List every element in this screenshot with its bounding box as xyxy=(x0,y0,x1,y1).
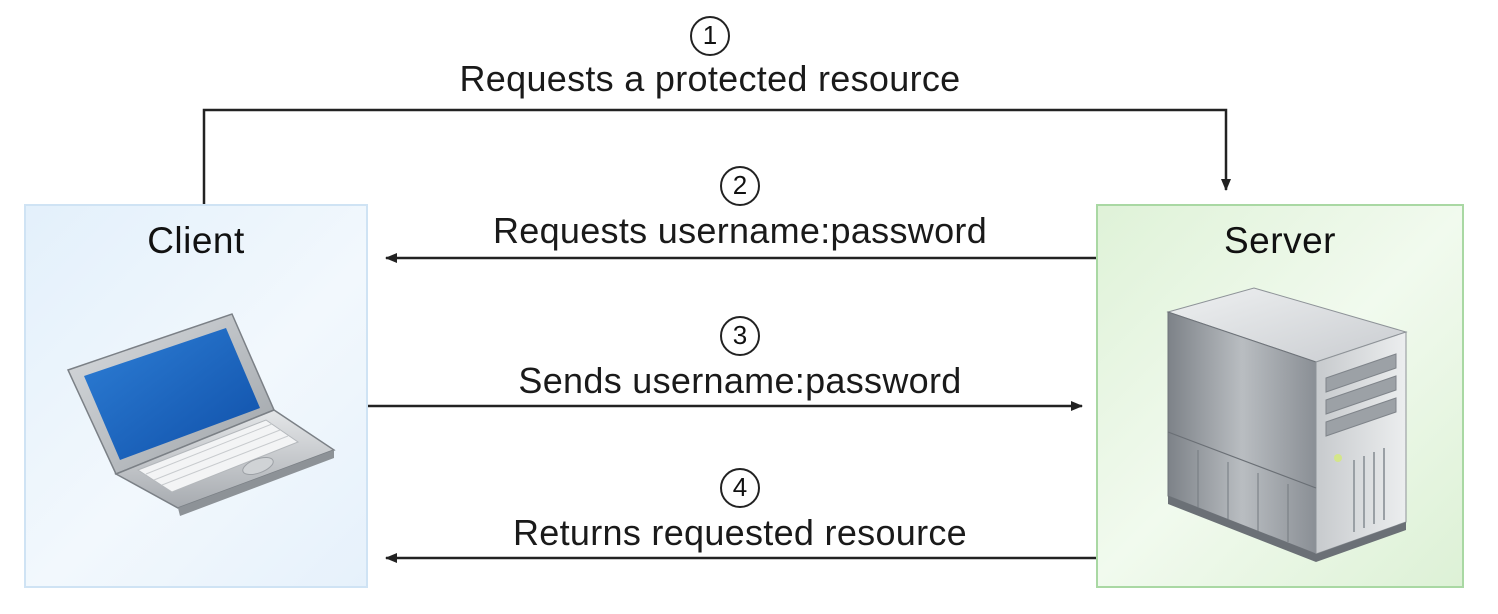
step-1-number: 1 xyxy=(690,16,730,56)
step-2-number: 2 xyxy=(720,166,760,206)
step-2-label: Requests username:password xyxy=(492,210,988,251)
step-4-number: 4 xyxy=(720,468,760,508)
step-3-label: Sends username:password xyxy=(518,360,962,401)
step-1: 1 Requests a protected resource xyxy=(330,16,1090,100)
server-box: Server xyxy=(1096,204,1464,588)
server-title: Server xyxy=(1224,220,1336,261)
step-3-number: 3 xyxy=(720,316,760,356)
laptop-icon xyxy=(62,306,342,521)
auth-flow-diagram: Client Server 1 Requests a protected res… xyxy=(0,0,1498,614)
step-3: 3 Sends username:password xyxy=(380,316,1100,402)
step-4-label: Returns requested resource xyxy=(512,512,968,553)
server-tower-icon xyxy=(1158,282,1418,567)
step-1-label: Requests a protected resource xyxy=(459,58,961,99)
step-4: 4 Returns requested resource xyxy=(380,468,1100,554)
step-2: 2 Requests username:password xyxy=(380,166,1100,252)
client-box: Client xyxy=(24,204,368,588)
client-title: Client xyxy=(147,220,245,261)
